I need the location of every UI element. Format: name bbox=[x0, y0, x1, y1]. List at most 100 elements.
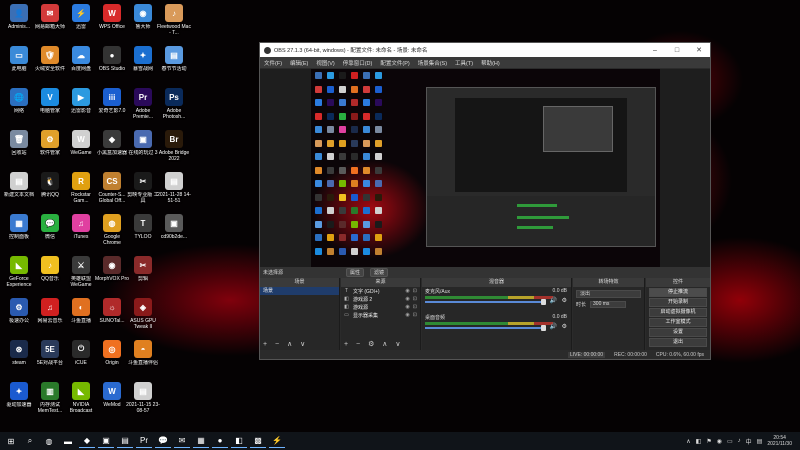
virtual-camera-button[interactable]: 启动虚拟摄像机 bbox=[649, 308, 707, 317]
taskbar-search-icon[interactable]: ⌕ bbox=[22, 434, 38, 448]
taskbar-task-view-icon[interactable]: ▬ bbox=[60, 434, 76, 448]
desktop-icon[interactable]: ◓ 斗鱼直播伴侣 bbox=[126, 336, 160, 384]
taskbar-obs-icon[interactable]: ● bbox=[212, 434, 228, 448]
desktop-icon[interactable]: ⚙ 极速办公 bbox=[2, 294, 36, 342]
menu-scene-collection[interactable]: 场景集合(S) bbox=[418, 59, 447, 67]
desktop-icon[interactable]: ♫ 网易云音乐 bbox=[33, 294, 67, 342]
desktop-icon[interactable]: ▦ 控制面板 bbox=[2, 210, 36, 258]
taskbar-app-2-icon[interactable]: ▣ bbox=[98, 434, 114, 448]
desktop-icon[interactable]: ▤ 春节节活动 bbox=[157, 42, 191, 90]
desktop-icon[interactable]: ☼ SUNOTal... bbox=[95, 294, 129, 342]
desktop-icon[interactable]: ✦ 驱动加速器 bbox=[2, 378, 36, 426]
desktop-icon[interactable]: ◐ 斗鱼直播 bbox=[64, 294, 98, 342]
sources-footer-controls[interactable]: + − ⚙ ∧ ∨ bbox=[344, 340, 403, 348]
taskbar-start-icon[interactable]: ⊞ bbox=[3, 434, 19, 448]
desktop-icon[interactable]: ● OBS Studio bbox=[95, 42, 129, 90]
taskbar-explorer-icon[interactable]: ▤ bbox=[117, 434, 133, 448]
taskbar-app-6-icon[interactable]: ⚡ bbox=[269, 434, 285, 448]
start-recording-button[interactable]: 开始录制 bbox=[649, 298, 707, 307]
visibility-icon[interactable]: ◉ bbox=[405, 288, 409, 294]
desktop-icon[interactable]: ⚡ 迅雷 bbox=[64, 0, 98, 48]
desktop-icon[interactable]: W WeGame bbox=[64, 126, 98, 174]
properties-button[interactable]: 属性 bbox=[346, 268, 365, 277]
speaker-icon[interactable]: 🔊 bbox=[550, 297, 557, 304]
taskbar-premiere-icon[interactable]: Pr bbox=[136, 434, 152, 448]
tray-icon[interactable]: ◧ bbox=[696, 438, 702, 445]
lock-icon[interactable]: ⊡ bbox=[413, 288, 417, 294]
desktop-icon[interactable]: ▶ 迅雷影音 bbox=[64, 84, 98, 132]
tray-icon[interactable]: 中 bbox=[746, 437, 752, 446]
menu-edit[interactable]: 编辑(E) bbox=[290, 59, 308, 67]
desktop-icon[interactable]: ✂ 剪辑 bbox=[126, 252, 160, 300]
desktop-icon[interactable]: ▤ 2021-11-28 14-51-51 bbox=[157, 168, 191, 216]
menu-tools[interactable]: 工具(T) bbox=[455, 59, 473, 67]
taskbar-app-1-icon[interactable]: ◆ bbox=[79, 434, 95, 448]
lock-icon[interactable]: ⊡ bbox=[413, 296, 417, 302]
desktop-icon[interactable]: 👤 Adminis... bbox=[2, 0, 36, 48]
exit-button[interactable]: 退出 bbox=[649, 338, 707, 347]
desktop-icon[interactable]: ◉ 鲁大师 bbox=[126, 0, 160, 48]
desktop-icon[interactable]: ⊛ steam bbox=[2, 336, 36, 384]
desktop-icon[interactable]: ☁ 百度网盘 bbox=[64, 42, 98, 90]
gear-icon[interactable]: ⚙ bbox=[562, 323, 567, 330]
desktop-icon[interactable]: 5E 5E对战平台 bbox=[33, 336, 67, 384]
desktop-icon[interactable]: ♫ iTunes bbox=[64, 210, 98, 258]
obs-titlebar[interactable]: OBS 27.1.3 (64-bit, windows) - 配置文件: 未命名… bbox=[260, 43, 710, 57]
desktop-icon[interactable]: T TYLOO bbox=[126, 210, 160, 258]
source-item[interactable]: ▭ 显示器采集 ◉ ⊡ bbox=[341, 311, 420, 319]
desktop-icon[interactable]: ▤ 新建文本文档 bbox=[2, 168, 36, 216]
taskbar-wechat-icon[interactable]: 💬 bbox=[155, 434, 171, 448]
obs-preview[interactable] bbox=[260, 69, 710, 267]
slider-knob[interactable] bbox=[541, 325, 546, 331]
menu-view[interactable]: 视图(V) bbox=[316, 59, 334, 67]
taskbar-edge-icon[interactable]: ◍ bbox=[41, 434, 57, 448]
source-item[interactable]: ◧ 游戏源 ◉ ⊡ bbox=[341, 303, 420, 311]
filters-button[interactable]: 滤镜 bbox=[370, 268, 389, 277]
desktop-icon[interactable]: ▥ 内存测试 MemTest... bbox=[33, 378, 67, 426]
desktop-icon[interactable]: ◣ GeForce Experience bbox=[2, 252, 36, 300]
minimize-button[interactable]: – bbox=[644, 47, 666, 54]
desktop-icon[interactable]: iii 爱奇艺影7.0 bbox=[95, 84, 129, 132]
volume-slider[interactable] bbox=[425, 325, 546, 331]
desktop-icon[interactable]: 🌐 网络 bbox=[2, 84, 36, 132]
settings-button[interactable]: 设置 bbox=[649, 328, 707, 337]
transition-select[interactable]: 淡出 bbox=[576, 290, 641, 298]
desktop-icon[interactable]: Pr Adobe Premie... bbox=[126, 84, 160, 132]
lock-icon[interactable]: ⊡ bbox=[413, 312, 417, 318]
duration-input[interactable]: 300 ms bbox=[590, 300, 627, 308]
menu-docks[interactable]: 停靠窗口(D) bbox=[343, 59, 373, 67]
desktop-icon[interactable]: ⚙ 软件管家 bbox=[33, 126, 67, 174]
desktop-icon[interactable]: ◆ 小黑盒加速器 bbox=[95, 126, 129, 174]
desktop-icon[interactable]: ◎ Origin bbox=[95, 336, 129, 384]
tray-icon[interactable]: ♪ bbox=[738, 438, 741, 444]
desktop-icon[interactable]: ⚔ 英雄联盟WeGame bbox=[64, 252, 98, 300]
desktop-icon[interactable]: ✦ 暴雪战网 bbox=[126, 42, 160, 90]
maximize-button[interactable]: □ bbox=[666, 47, 688, 54]
desktop-icon[interactable]: ▤ 2021-11-15 23-08-57 bbox=[126, 378, 160, 426]
studio-mode-button[interactable]: 工作室模式 bbox=[649, 318, 707, 327]
desktop-icon[interactable]: ♪ QQ音乐 bbox=[33, 252, 67, 300]
taskbar-app-5-icon[interactable]: ▩ bbox=[250, 434, 266, 448]
tray-icon[interactable]: ◉ bbox=[717, 438, 722, 445]
desktop-icon[interactable]: ▭ 此电脑 bbox=[2, 42, 36, 90]
desktop-icon[interactable]: W WPS Office bbox=[95, 0, 129, 48]
volume-slider[interactable] bbox=[425, 299, 546, 305]
desktop-icon[interactable]: 🗑 回收站 bbox=[2, 126, 36, 174]
desktop-icon[interactable]: ♪ Fleetwood Mac - T... bbox=[157, 0, 191, 48]
desktop-icon[interactable]: 🛡 火绒安全软件 bbox=[33, 42, 67, 90]
desktop-icon[interactable]: ◍ Google Chrome bbox=[95, 210, 129, 258]
desktop-icon[interactable]: R Rockstar Gam... bbox=[64, 168, 98, 216]
visibility-icon[interactable]: ◉ bbox=[405, 296, 409, 302]
tray-icon[interactable]: ▭ bbox=[727, 438, 733, 445]
menu-file[interactable]: 文件(F) bbox=[264, 59, 282, 67]
taskbar-app-4-icon[interactable]: ◧ bbox=[231, 434, 247, 448]
desktop-icon[interactable]: Br Adobe Bridge 2022 bbox=[157, 126, 191, 174]
speaker-icon[interactable]: 🔊 bbox=[550, 323, 557, 330]
desktop-icon[interactable]: W WeMod bbox=[95, 378, 129, 426]
desktop-icon[interactable]: Ps Adobe Photosh... bbox=[157, 84, 191, 132]
desktop-icon[interactable]: CS Counter-S... Global Off... bbox=[95, 168, 129, 216]
tray-icon[interactable]: ▤ bbox=[757, 438, 763, 445]
desktop-icon[interactable]: ◣ NVIDIA Broadcast bbox=[64, 378, 98, 426]
clock[interactable]: 20:54 2021/11/30 bbox=[767, 435, 792, 447]
desktop-icon[interactable]: V 电脑管家 bbox=[33, 84, 67, 132]
